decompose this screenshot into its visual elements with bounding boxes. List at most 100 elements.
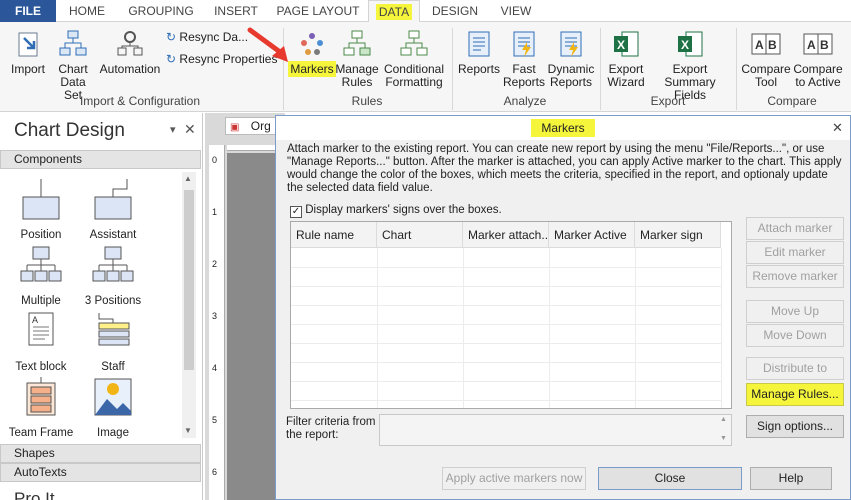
grid-line	[635, 248, 636, 408]
tab-view[interactable]: VIEW	[490, 0, 542, 22]
component-text-block[interactable]: A Text block	[6, 309, 76, 373]
compare-to-active-label-2: to Active	[795, 75, 841, 89]
tab-page-layout[interactable]: PAGE LAYOUT	[268, 0, 368, 22]
export-wizard-button[interactable]: X Export Wizard	[604, 28, 648, 89]
markers-table[interactable]: Rule name Chart Marker attach... Marker …	[290, 221, 732, 409]
manage-rules-button[interactable]: Manage Rules	[334, 28, 380, 89]
grid-line	[291, 267, 721, 268]
component-label: 3 Positions	[84, 295, 142, 307]
compare-to-active-label-1: Compare	[793, 62, 843, 76]
ruler-mark: 3	[212, 311, 218, 321]
tab-home[interactable]: HOME	[56, 0, 118, 22]
display-markers-checkbox[interactable]: ✓ Display markers' signs over the boxes.	[290, 204, 502, 218]
filter-criteria-label: Filter criteria from the report:	[286, 416, 375, 442]
manage-rules-dialog-button[interactable]: Manage Rules...	[746, 383, 844, 406]
reports-button[interactable]: Reports	[456, 28, 502, 76]
markers-button[interactable]: Markers	[288, 28, 336, 77]
component-label: Position	[20, 229, 62, 241]
conditional-formatting-button[interactable]: Conditional Formatting	[380, 28, 448, 89]
chart-canvas: ▣ Org 0 1 2 3 4 5 6	[205, 113, 285, 500]
dynamic-reports-button[interactable]: Dynamic Reports	[546, 28, 596, 89]
ruler-mark: 2	[212, 259, 218, 269]
import-icon	[18, 32, 38, 57]
panel-close-icon[interactable]: ✕	[184, 121, 196, 138]
tab-design[interactable]: DESIGN	[420, 0, 490, 22]
scroll-down-icon[interactable]: ▼	[184, 426, 192, 435]
tab-data[interactable]: DATA	[368, 0, 420, 23]
compare-tool-button[interactable]: AB Compare Tool	[740, 28, 792, 89]
import-button[interactable]: Import	[6, 28, 50, 76]
manage-rules-icon	[343, 30, 371, 56]
column-header-marker-sign[interactable]: Marker sign	[635, 222, 721, 248]
autotexts-header[interactable]: AutoTexts	[0, 463, 201, 482]
tab-grouping[interactable]: GROUPING	[118, 0, 204, 22]
components-scrollbar[interactable]: ▲ ▼	[182, 172, 196, 438]
component-staff[interactable]: Staff	[78, 309, 148, 373]
vertical-ruler: 0 1 2 3 4 5 6	[209, 145, 225, 500]
column-header-chart[interactable]: Chart	[377, 222, 463, 248]
component-team-frame[interactable]: Team Frame	[6, 375, 76, 439]
column-header-marker-attach[interactable]: Marker attach...	[463, 222, 549, 248]
text-block-icon: A	[28, 312, 54, 346]
attach-marker-button[interactable]: Attach marker	[746, 217, 844, 240]
svg-text:A: A	[755, 38, 764, 52]
move-up-button[interactable]: Move Up	[746, 300, 844, 323]
fast-reports-button[interactable]: Fast Reports	[502, 28, 546, 89]
staff-icon	[98, 313, 130, 346]
ribbon-tab-bar: FILE HOME GROUPING INSERT PAGE LAYOUT DA…	[0, 0, 851, 23]
close-button[interactable]: Close	[598, 467, 742, 490]
component-assistant[interactable]: Assistant	[78, 177, 148, 241]
dialog-close-icon[interactable]: ✕	[832, 120, 843, 136]
edit-marker-button[interactable]: Edit marker	[746, 241, 844, 264]
move-down-button[interactable]: Move Down	[746, 324, 844, 347]
automation-icon	[117, 31, 143, 56]
resync-data-label: Resync Da...	[179, 30, 249, 44]
ribbon: Import Chart Data Set Automation ↻ Resyn…	[0, 22, 851, 112]
help-button[interactable]: Help	[750, 467, 832, 490]
chart-data-set-button[interactable]: Chart Data Set	[50, 28, 96, 102]
export-summary-fields-button[interactable]: X Export Summary Fields	[648, 28, 732, 102]
svg-text:X: X	[681, 38, 689, 52]
next-panel-title: Pro It...	[14, 489, 69, 500]
reports-label: Reports	[457, 62, 501, 76]
scroll-up-icon[interactable]: ▲	[184, 174, 192, 183]
filter-scroll-down-icon[interactable]: ▼	[720, 435, 727, 442]
conditional-formatting-icon	[400, 30, 428, 56]
component-image[interactable]: Image	[78, 375, 148, 439]
apply-active-markers-button[interactable]: Apply active markers now	[442, 467, 586, 490]
manage-rules-label-1: Manage	[335, 62, 379, 76]
filter-label-line-2: the report:	[286, 429, 339, 441]
components-header[interactable]: Components	[0, 150, 201, 169]
compare-to-active-button[interactable]: AB Compare to Active	[792, 28, 844, 89]
group-separator	[736, 28, 737, 110]
panel-dropdown-icon[interactable]: ▾	[170, 123, 176, 136]
component-multiple[interactable]: Multiple	[6, 243, 76, 307]
tab-file[interactable]: FILE	[0, 0, 56, 22]
column-header-marker-active[interactable]: Marker Active	[549, 222, 635, 248]
filter-criteria-field[interactable]: ▲ ▼	[379, 414, 732, 446]
grid-line	[291, 381, 721, 382]
group-separator	[600, 28, 601, 110]
sign-options-button[interactable]: Sign options...	[746, 415, 844, 438]
component-label: Image	[97, 427, 129, 439]
component-label: Text block	[15, 361, 67, 373]
automation-button[interactable]: Automation	[96, 28, 164, 76]
component-position[interactable]: Position	[6, 177, 76, 241]
grid-line	[291, 324, 721, 325]
column-header-rule-name[interactable]: Rule name	[291, 222, 377, 248]
tab-insert[interactable]: INSERT	[204, 0, 268, 22]
filter-scroll-up-icon[interactable]: ▲	[720, 416, 727, 423]
remove-marker-button[interactable]: Remove marker	[746, 265, 844, 288]
resync-icon: ↻	[166, 30, 177, 44]
scroll-thumb[interactable]	[184, 190, 194, 370]
grid-line	[549, 248, 550, 408]
component-label: Team Frame	[8, 427, 74, 439]
ruler-mark: 5	[212, 415, 218, 425]
reports-icon	[468, 31, 490, 57]
fast-reports-label-1: Fast	[512, 62, 536, 76]
distribute-to-charts-button[interactable]: Distribute to charts	[746, 357, 844, 396]
component-3-positions[interactable]: 3 Positions	[78, 243, 148, 307]
shapes-header[interactable]: Shapes	[0, 444, 201, 463]
svg-text:A: A	[32, 315, 38, 325]
grid-line	[463, 248, 464, 408]
